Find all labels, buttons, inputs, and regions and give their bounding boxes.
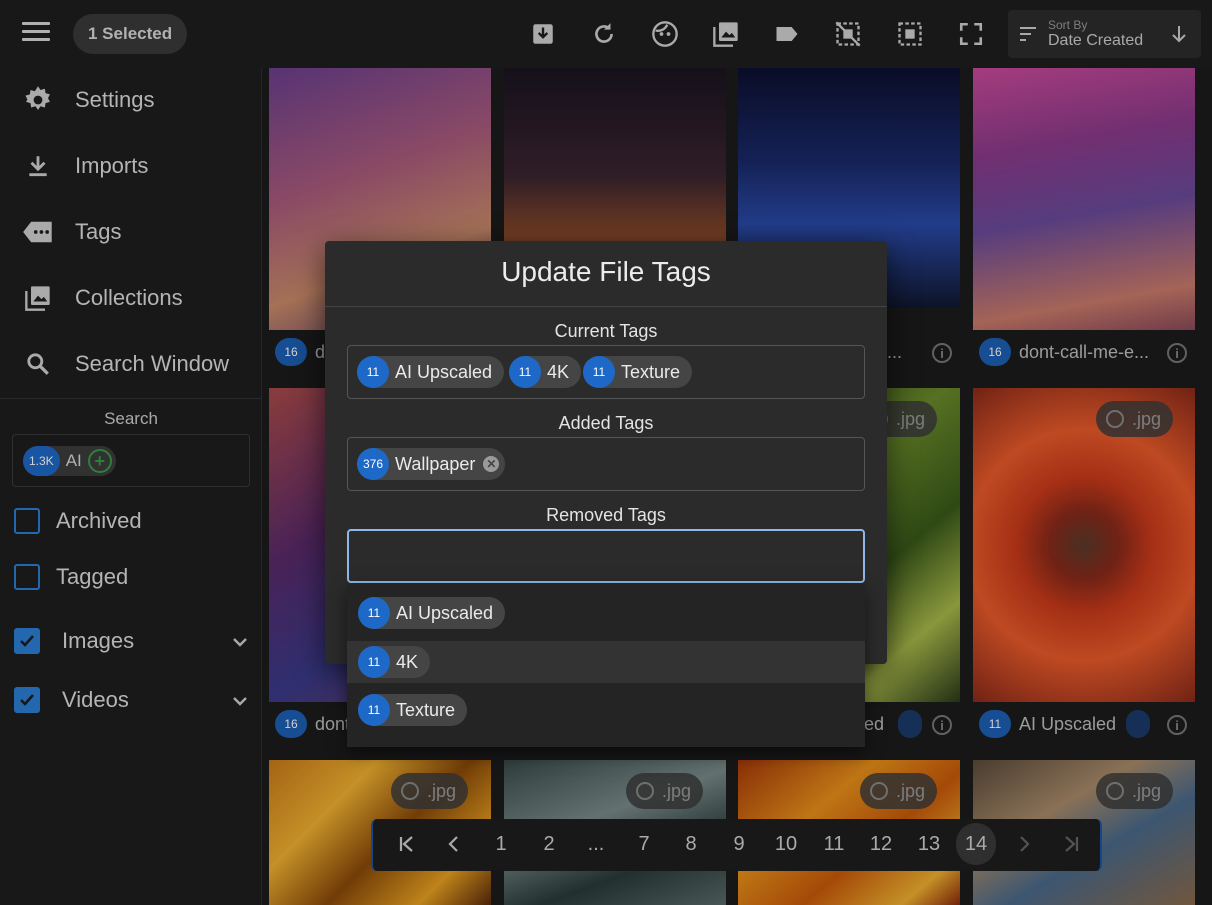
dialog-divider	[325, 306, 887, 307]
remove-tag-icon[interactable]: ✕	[483, 456, 500, 472]
tag-count-badge: 11	[358, 646, 390, 678]
tag-label: AI Upscaled	[396, 602, 494, 623]
current-tags-field: 11 AI Upscaled 11 4K 11 Texture	[347, 345, 865, 399]
tag-count-badge: 11	[357, 356, 389, 388]
tag-label: Texture	[396, 699, 456, 720]
tag-chip[interactable]: 11 Texture	[583, 356, 693, 388]
tag-chip[interactable]: 11 AI Upscaled	[357, 356, 505, 388]
tag-chip: 11 4K	[358, 646, 431, 678]
dialog-title: Update File Tags	[501, 256, 711, 287]
dropdown-option[interactable]: 11 AI Upscaled	[347, 589, 865, 637]
tag-chip: 11 Texture	[358, 694, 468, 726]
tag-count-badge: 11	[583, 356, 615, 388]
tag-options-dropdown: 11 AI Upscaled 11 4K 11 Texture	[347, 584, 865, 747]
tag-chip[interactable]: 11 4K	[509, 356, 582, 388]
dropdown-option[interactable]: 11 4K	[347, 641, 865, 683]
current-tags-label: Current Tags	[554, 321, 658, 341]
tag-label: 4K	[396, 651, 419, 672]
tag-count-badge: 11	[509, 356, 541, 388]
added-tags-label: Added Tags	[558, 413, 654, 433]
removed-tags-label: Removed Tags	[546, 505, 666, 525]
added-tags-field[interactable]: 376 Wallpaper ✕	[347, 437, 865, 491]
tag-chip: 11 AI Upscaled	[358, 597, 506, 629]
tag-label: AI Upscaled	[395, 361, 493, 382]
tag-count-badge: 11	[358, 694, 390, 726]
dropdown-option[interactable]: 11 Texture	[347, 686, 865, 734]
tag-label: Texture	[621, 361, 681, 382]
tag-chip[interactable]: 376 Wallpaper ✕	[357, 448, 506, 480]
tag-label: Wallpaper	[395, 453, 476, 474]
tag-count-badge: 376	[357, 448, 390, 480]
tag-count-badge: 11	[358, 597, 390, 629]
removed-tags-input[interactable]	[347, 529, 865, 583]
tag-label: 4K	[547, 361, 570, 382]
